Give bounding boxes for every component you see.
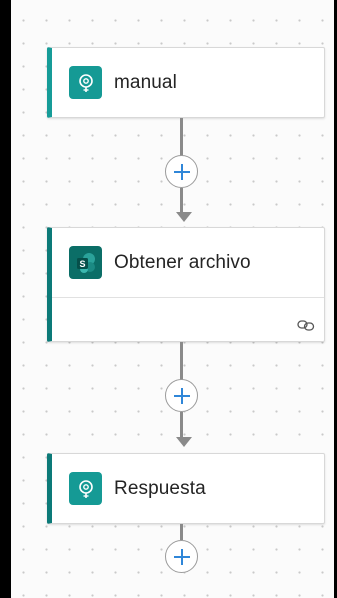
action-card-obtener-archivo[interactable]: S Obtener archivo (47, 227, 325, 342)
step-title: manual (114, 71, 177, 93)
action-card-respuesta[interactable]: Respuesta (47, 453, 325, 524)
card-footer (52, 297, 324, 341)
connector-line (180, 412, 183, 439)
request-trigger-icon (69, 66, 102, 99)
sharepoint-icon: S (69, 246, 102, 279)
add-step-button[interactable] (165, 379, 198, 412)
add-step-button[interactable] (165, 540, 198, 573)
card-header: manual (52, 48, 324, 117)
connector-line (180, 188, 183, 214)
arrow-down-icon (176, 212, 192, 222)
step-title: Obtener archivo (114, 251, 251, 273)
request-response-icon (69, 472, 102, 505)
plus-icon (173, 387, 190, 404)
add-step-button[interactable] (165, 155, 198, 188)
svg-text:S: S (79, 259, 85, 269)
flow-canvas: manual S Obtener archivo Respuesta (11, 0, 337, 598)
connector-line (180, 342, 183, 380)
plus-icon (173, 548, 190, 565)
plus-icon (173, 163, 190, 180)
step-title: Respuesta (114, 477, 206, 499)
card-header: Respuesta (52, 454, 324, 523)
connector-line (180, 524, 183, 540)
arrow-down-icon (176, 437, 192, 447)
connector-line (180, 118, 183, 156)
link-icon[interactable] (297, 318, 315, 332)
trigger-card-manual[interactable]: manual (47, 47, 325, 118)
card-header: S Obtener archivo (52, 228, 324, 297)
